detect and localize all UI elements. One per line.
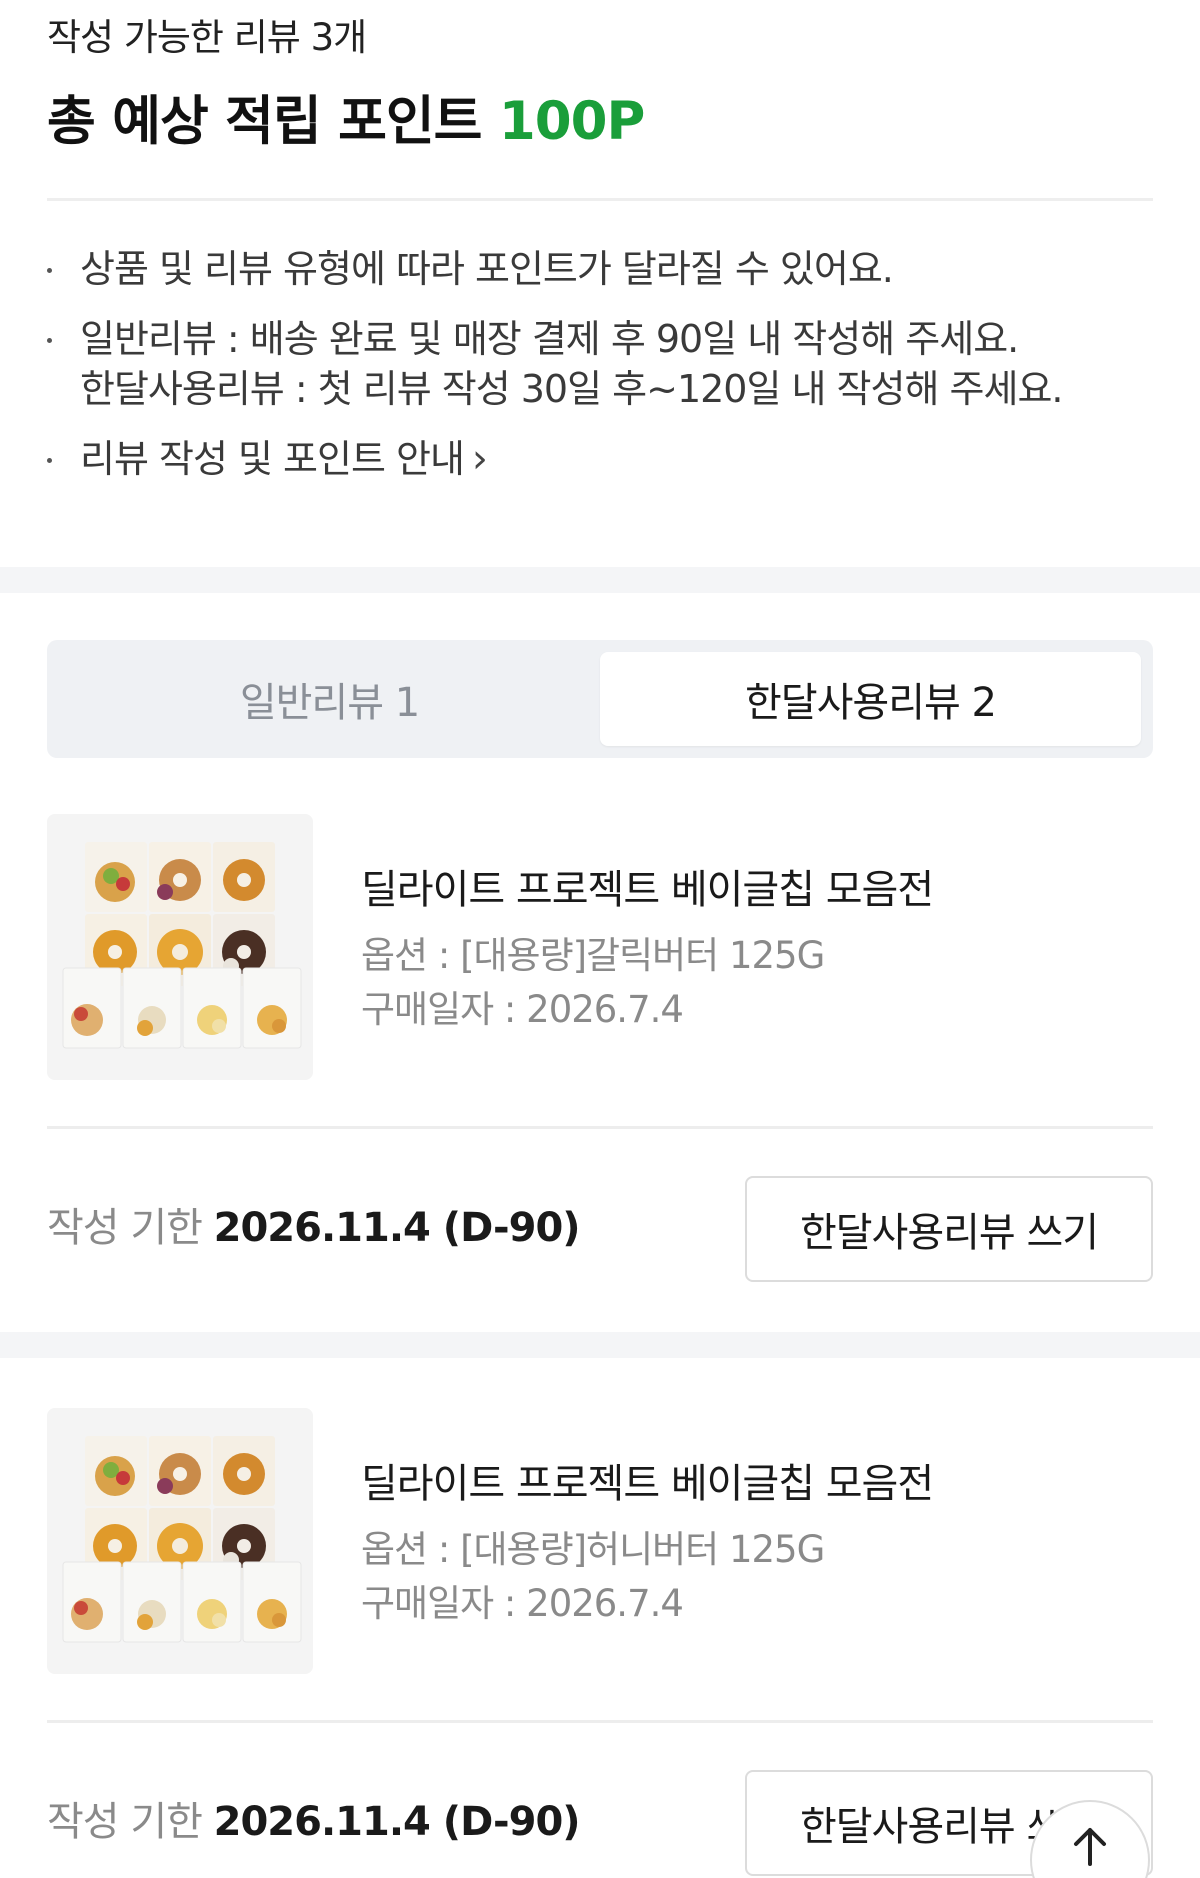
expected-points-value: 100P	[498, 91, 645, 152]
purchase-date: 구매일자 : 2026.7.4	[361, 1582, 684, 1625]
product-name[interactable]: 딜라이트 프로젝트 베이글칩 모음전	[361, 864, 934, 916]
review-point-guide-label: 리뷰 작성 및 포인트 안내	[80, 437, 465, 481]
purchase-date: 구매일자 : 2026.7.4	[361, 988, 684, 1031]
deadline-value: 2026.11.4 (D-90)	[213, 1205, 581, 1251]
notice-text: 한달사용리뷰 : 첫 리뷰 작성 30일 후~120일 내 작성해 주세요.	[80, 367, 1063, 411]
section-separator	[0, 567, 1200, 593]
notice-item: 상품 및 리뷰 유형에 따라 포인트가 달라질 수 있어요.	[47, 244, 1153, 294]
expected-points-label: 총 예상 적립 포인트	[47, 91, 482, 152]
available-review-count: 작성 가능한 리뷰 3개	[47, 16, 367, 59]
product-option: 옵션 : [대용량]갈릭버터 125G	[361, 934, 825, 977]
deadline-value: 2026.11.4 (D-90)	[213, 1799, 581, 1845]
product-thumbnail[interactable]	[47, 814, 313, 1080]
tab-monthly-review[interactable]: 한달사용리뷰 2	[600, 652, 1141, 746]
review-deadline: 작성 기한 2026.11.4 (D-90)	[47, 1796, 581, 1848]
tab-general-review[interactable]: 일반리뷰 1	[59, 652, 600, 746]
deadline-label: 작성 기한	[47, 1205, 203, 1251]
expected-points-title: 총 예상 적립 포인트 100P	[47, 90, 1153, 154]
section-separator	[0, 1332, 1200, 1358]
bagel-chip-pack-image	[47, 1408, 313, 1674]
review-notice-list: 상품 및 리뷰 유형에 따라 포인트가 달라질 수 있어요. 일반리뷰 : 배송…	[47, 244, 1153, 504]
notice-item: 리뷰 작성 및 포인트 안내 ›	[47, 434, 1153, 484]
product-name[interactable]: 딜라이트 프로젝트 베이글칩 모음전	[361, 1458, 934, 1510]
review-card: 딜라이트 프로젝트 베이글칩 모음전 옵션 : [대용량]갈릭버터 125G 구…	[47, 814, 1153, 1288]
review-type-tabs: 일반리뷰 1 한달사용리뷰 2	[47, 640, 1153, 758]
chevron-right-icon: ›	[471, 436, 488, 482]
bagel-chip-pack-image	[47, 814, 313, 1080]
review-point-guide-link[interactable]: 리뷰 작성 및 포인트 안내 ›	[80, 436, 488, 482]
notice-text: 상품 및 리뷰 유형에 따라 포인트가 달라질 수 있어요.	[80, 247, 894, 291]
divider	[47, 1720, 1153, 1723]
review-card: 딜라이트 프로젝트 베이글칩 모음전 옵션 : [대용량]허니버터 125G 구…	[47, 1408, 1153, 1878]
arrow-up-icon	[1074, 1828, 1106, 1866]
product-option: 옵션 : [대용량]허니버터 125G	[361, 1528, 825, 1571]
review-summary: 작성 가능한 리뷰 3개 총 예상 적립 포인트 100P	[47, 14, 1153, 154]
write-monthly-review-button[interactable]: 한달사용리뷰 쓰기	[745, 1176, 1153, 1282]
deadline-label: 작성 기한	[47, 1799, 203, 1845]
notice-text: 일반리뷰 : 배송 완료 및 매장 결제 후 90일 내 작성해 주세요.	[80, 317, 1019, 361]
divider	[47, 198, 1153, 201]
product-thumbnail[interactable]	[47, 1408, 313, 1674]
review-deadline: 작성 기한 2026.11.4 (D-90)	[47, 1202, 581, 1254]
notice-item: 일반리뷰 : 배송 완료 및 매장 결제 후 90일 내 작성해 주세요. 한달…	[47, 314, 1153, 414]
divider	[47, 1126, 1153, 1129]
